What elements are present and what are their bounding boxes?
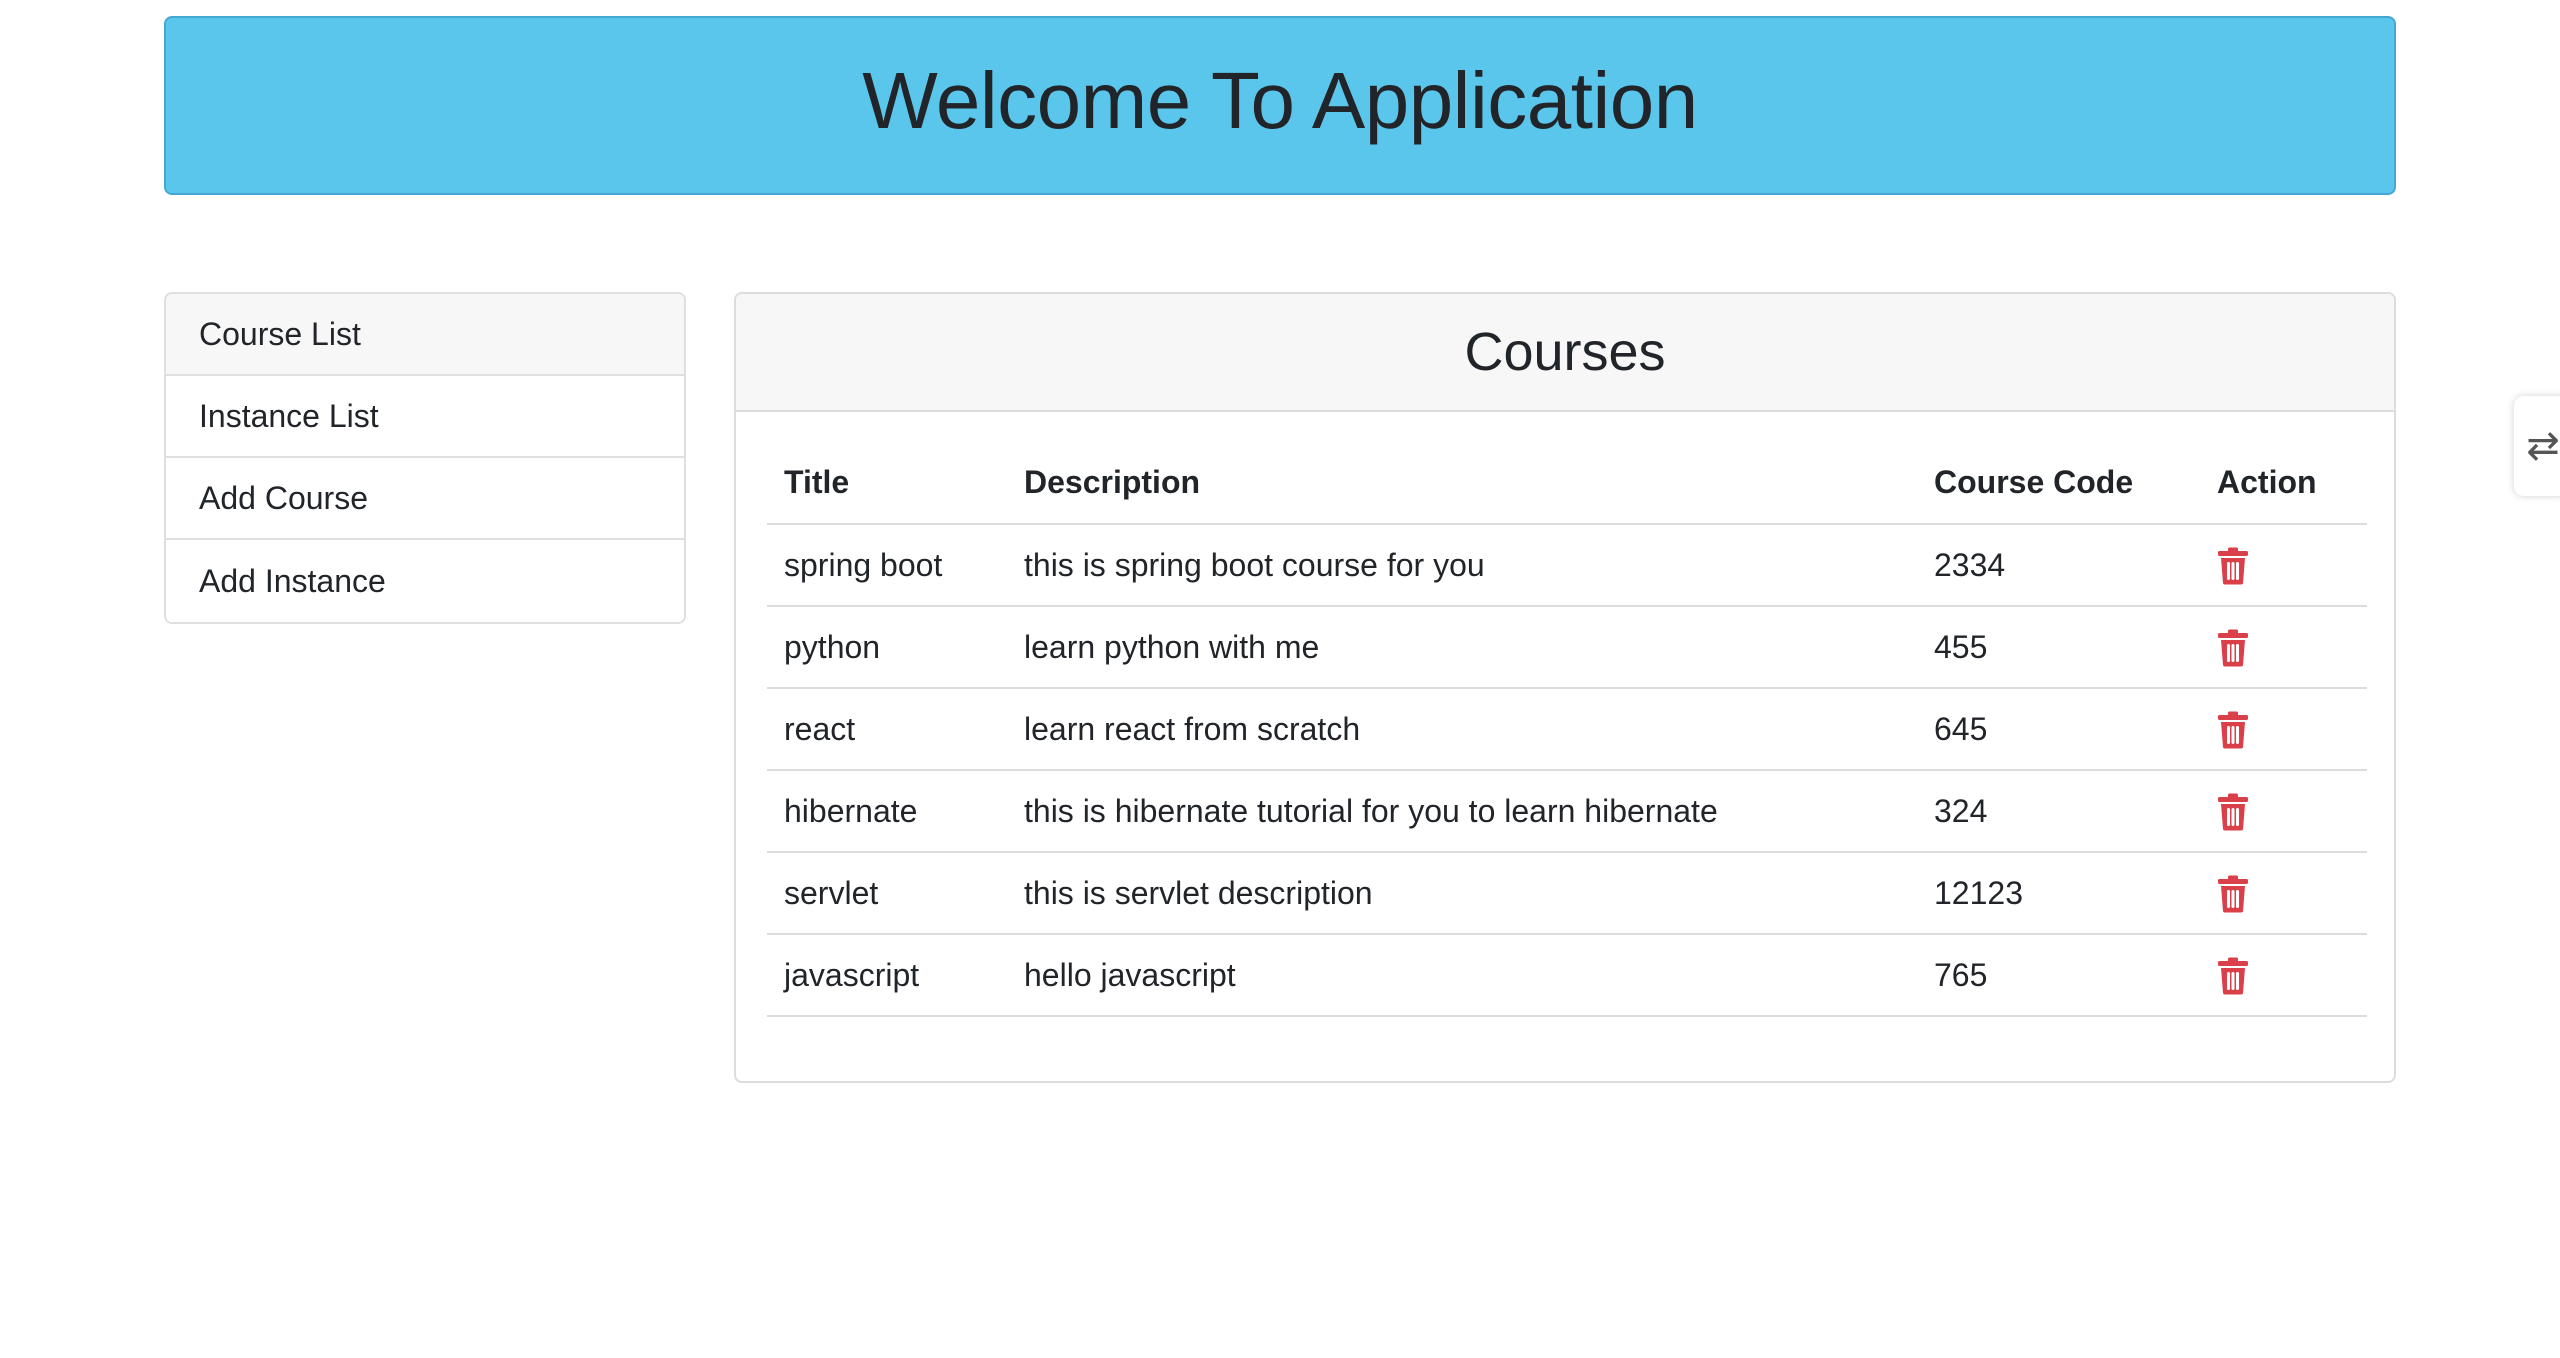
trash-icon[interactable] — [2217, 875, 2249, 913]
extension-handle-icon: ⇄ — [2526, 423, 2560, 469]
courses-table-body: spring boot this is spring boot course fo… — [767, 524, 2367, 1017]
course-code-cell: 12123 — [1917, 852, 2200, 935]
course-description-cell: hello javascript — [1007, 934, 1917, 1017]
course-description-cell: learn python with me — [1007, 606, 1917, 689]
sidebar-item-course-list[interactable]: Course List — [166, 294, 684, 376]
course-action-cell — [2200, 524, 2367, 607]
table-row: python learn python with me 455 — [767, 606, 2367, 689]
course-description-cell: this is servlet description — [1007, 852, 1917, 935]
course-title-cell: spring boot — [767, 524, 1007, 607]
courses-table-wrap: Title Description Course Code Action spr… — [736, 412, 2394, 1017]
courses-card: Courses Title Description Course Code Ac… — [734, 292, 2396, 1083]
sidebar-item-add-course[interactable]: Add Course — [166, 458, 684, 540]
course-title-cell: hibernate — [767, 770, 1007, 853]
trash-icon[interactable] — [2217, 793, 2249, 831]
sidebar: Course List Instance List Add Course Add… — [164, 292, 686, 624]
courses-title: Courses — [1464, 322, 1666, 382]
column-header-course-code: Course Code — [1917, 442, 2200, 525]
sidebar-item-label: Add Instance — [199, 562, 386, 599]
table-row: servlet this is servlet description 12123 — [767, 852, 2367, 935]
course-title-cell: javascript — [767, 934, 1007, 1017]
trash-icon[interactable] — [2217, 629, 2249, 667]
table-row: spring boot this is spring boot course fo… — [767, 524, 2367, 607]
table-row: react learn react from scratch 645 — [767, 688, 2367, 771]
side-panel-toggle[interactable]: ⇄ — [2514, 396, 2560, 496]
trash-icon[interactable] — [2217, 957, 2249, 995]
sidebar-item-label: Instance List — [199, 397, 379, 434]
course-code-cell: 455 — [1917, 606, 2200, 689]
column-header-title: Title — [767, 442, 1007, 525]
course-description-cell: this is hibernate tutorial for you to le… — [1007, 770, 1917, 853]
course-action-cell — [2200, 770, 2367, 853]
course-action-cell — [2200, 688, 2367, 771]
course-description-cell: learn react from scratch — [1007, 688, 1917, 771]
sidebar-item-label: Course List — [199, 315, 361, 352]
table-row: hibernate this is hibernate tutorial for … — [767, 770, 2367, 853]
course-action-cell — [2200, 852, 2367, 935]
course-code-cell: 645 — [1917, 688, 2200, 771]
course-action-cell — [2200, 934, 2367, 1017]
sidebar-item-label: Add Course — [199, 479, 368, 516]
trash-icon[interactable] — [2217, 547, 2249, 585]
courses-table: Title Description Course Code Action spr… — [767, 442, 2367, 1017]
course-code-cell: 324 — [1917, 770, 2200, 853]
app-header: Welcome To Application — [164, 16, 2396, 195]
page-title: Welcome To Application — [862, 55, 1698, 145]
course-title-cell: servlet — [767, 852, 1007, 935]
course-title-cell: react — [767, 688, 1007, 771]
courses-card-header: Courses — [736, 294, 2394, 412]
column-header-description: Description — [1007, 442, 1917, 525]
table-header-row: Title Description Course Code Action — [767, 442, 2367, 525]
table-row: javascript hello javascript 765 — [767, 934, 2367, 1017]
sidebar-item-add-instance[interactable]: Add Instance — [166, 540, 684, 622]
course-action-cell — [2200, 606, 2367, 689]
course-title-cell: python — [767, 606, 1007, 689]
trash-icon[interactable] — [2217, 711, 2249, 749]
sidebar-item-instance-list[interactable]: Instance List — [166, 376, 684, 458]
column-header-action: Action — [2200, 442, 2367, 525]
course-description-cell: this is spring boot course for you — [1007, 524, 1917, 607]
course-code-cell: 2334 — [1917, 524, 2200, 607]
course-code-cell: 765 — [1917, 934, 2200, 1017]
